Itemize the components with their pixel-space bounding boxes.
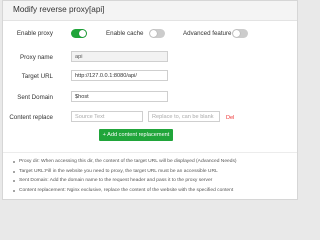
enable-cache-label: Enable cache: [106, 30, 144, 37]
replace-text-input[interactable]: Replace to, can be blank: [148, 111, 220, 122]
sent-domain-input[interactable]: $host: [71, 91, 168, 102]
delete-replacement-link[interactable]: Del: [226, 115, 234, 121]
add-content-replacement-button[interactable]: + Add content replacement: [99, 129, 173, 141]
modify-reverse-proxy-dialog: Modify reverse proxy[api] Enable proxy E…: [2, 0, 298, 200]
toggle-knob: [79, 30, 86, 37]
note-item: Sent Domain: Add the domain name to the …: [13, 176, 293, 186]
enable-cache-toggle[interactable]: [149, 29, 165, 38]
advanced-feature-label: Advanced feature: [183, 30, 232, 37]
dialog-titlebar: Modify reverse proxy[api]: [3, 1, 297, 21]
target-url-input[interactable]: http://127.0.0.1:8080/api/: [71, 70, 168, 81]
note-item: Target URL:Fill in the website you need …: [13, 167, 293, 177]
enable-proxy-toggle[interactable]: [71, 29, 87, 38]
help-notes: Proxy dir: When accessing this dir, the …: [13, 157, 293, 195]
target-url-label: Target URL: [21, 73, 53, 80]
proxy-name-input[interactable]: api: [71, 51, 168, 62]
sent-domain-label: Sent Domain: [17, 94, 53, 101]
divider: [3, 152, 297, 153]
note-item: Proxy dir: When accessing this dir, the …: [13, 157, 293, 167]
content-replace-label: Content replace: [9, 114, 53, 121]
dialog-title: Modify reverse proxy[api]: [13, 5, 105, 14]
enable-proxy-label: Enable proxy: [16, 30, 53, 37]
advanced-feature-toggle[interactable]: [232, 29, 248, 38]
source-text-input[interactable]: Source Text: [71, 111, 143, 122]
toggle-knob: [233, 30, 240, 37]
toggle-knob: [150, 30, 157, 37]
proxy-name-label: Proxy name: [19, 54, 53, 61]
note-item: Content replacement: Nginx exclusive, re…: [13, 186, 293, 196]
